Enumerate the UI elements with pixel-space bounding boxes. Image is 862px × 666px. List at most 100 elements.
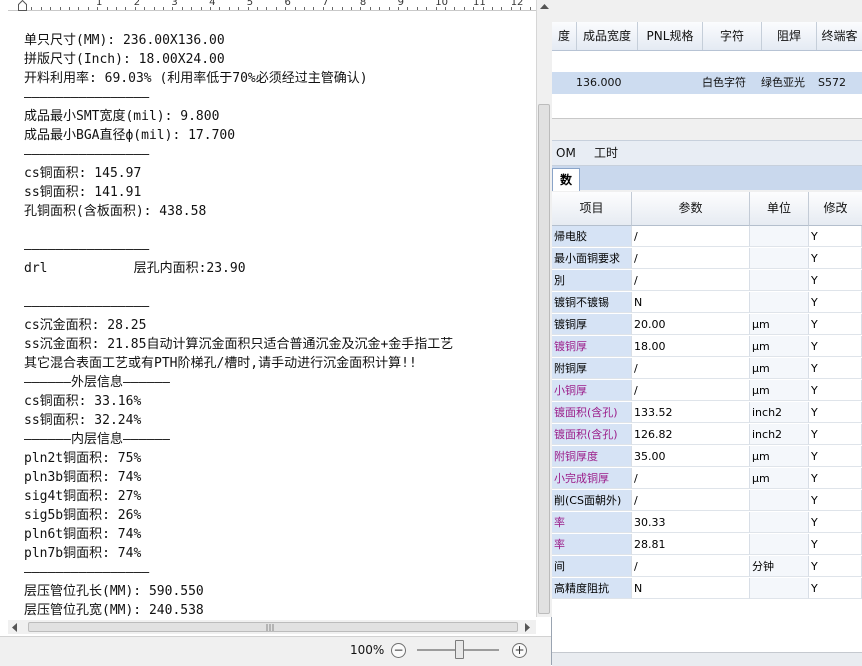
vertical-scrollbar[interactable] <box>536 0 552 617</box>
horizontal-scrollbar[interactable] <box>552 652 862 666</box>
indent-marker-icon[interactable] <box>18 0 27 11</box>
cell-modify[interactable]: Y <box>809 270 862 291</box>
column-header[interactable]: 成品宽度 <box>577 22 638 50</box>
zoom-slider-thumb[interactable] <box>455 640 464 659</box>
tab-bom[interactable]: OM <box>556 141 576 165</box>
table-row[interactable]: 小铜厚 / μm Y <box>552 380 862 402</box>
cell-item[interactable]: 小铜厚 <box>552 380 632 401</box>
column-header[interactable]: PNL规格 <box>638 22 703 50</box>
cell-modify[interactable]: Y <box>809 336 862 357</box>
cell-modify[interactable]: Y <box>809 556 862 577</box>
tab-worktime[interactable]: 工时 <box>594 141 618 165</box>
zoom-out-button[interactable]: − <box>391 643 406 658</box>
cell-param[interactable]: N <box>632 292 750 313</box>
cell-unit[interactable] <box>750 292 809 313</box>
cell-item[interactable]: 高精度阻抗 <box>552 578 632 599</box>
table-row[interactable]: 136.000 白色字符 绿色亚光 S572 <box>552 72 862 94</box>
table-row[interactable]: 镀铜厚 20.00 μm Y <box>552 314 862 336</box>
cell-item[interactable]: 附铜厚度 <box>552 446 632 467</box>
table-row[interactable]: 率 28.81 Y <box>552 534 862 556</box>
cell-item[interactable]: 別 <box>552 270 632 291</box>
grid-cell[interactable]: 白色字符 <box>702 72 758 94</box>
table-row[interactable]: 间 / 分钟 Y <box>552 556 862 578</box>
cell-item[interactable]: 最小面铜要求 <box>552 248 632 269</box>
scroll-up-arrow-icon[interactable] <box>540 4 549 10</box>
cell-param[interactable]: / <box>632 556 750 577</box>
table-row[interactable]: 附铜厚度 35.00 μm Y <box>552 446 862 468</box>
cell-param[interactable]: 30.33 <box>632 512 750 533</box>
cell-item[interactable]: 间 <box>552 556 632 577</box>
cell-modify[interactable]: Y <box>809 380 862 401</box>
cell-param[interactable]: 35.00 <box>632 446 750 467</box>
cell-unit[interactable] <box>750 534 809 555</box>
cell-param[interactable]: / <box>632 380 750 401</box>
cell-unit[interactable]: μm <box>750 314 809 335</box>
cell-modify[interactable]: Y <box>809 358 862 379</box>
cell-unit[interactable]: μm <box>750 336 809 357</box>
table-row[interactable]: 最小面铜要求 / Y <box>552 248 862 270</box>
cell-modify[interactable]: Y <box>809 534 862 555</box>
column-header[interactable]: 阻焊 <box>762 22 817 50</box>
vertical-scroll-thumb[interactable] <box>538 104 550 614</box>
column-header[interactable]: 终端客 <box>817 22 862 50</box>
cell-param[interactable]: 133.52 <box>632 402 750 423</box>
cell-unit[interactable] <box>750 270 809 291</box>
table-row[interactable]: 率 30.33 Y <box>552 512 862 534</box>
cell-modify[interactable]: Y <box>809 292 862 313</box>
table-row[interactable]: 別 / Y <box>552 270 862 292</box>
cell-unit[interactable]: inch2 <box>750 424 809 445</box>
cell-param[interactable]: / <box>632 226 750 247</box>
cell-item[interactable]: 镀铜厚 <box>552 314 632 335</box>
document-text[interactable]: 单只尺寸(MM): 236.00X136.00 拼版尺寸(Inch): 18.00… <box>24 31 453 620</box>
cell-unit[interactable] <box>750 248 809 269</box>
grid-cell[interactable]: S572 <box>818 72 858 94</box>
scroll-left-arrow-icon[interactable] <box>12 623 18 632</box>
cell-unit[interactable]: μm <box>750 380 809 401</box>
column-header-unit[interactable]: 单位 <box>750 192 809 226</box>
cell-item[interactable]: 率 <box>552 534 632 555</box>
table-row[interactable]: 削(CS面朝外) / Y <box>552 490 862 512</box>
cell-item[interactable]: 小完成铜厚 <box>552 468 632 489</box>
tab-parameters[interactable]: 数 <box>552 168 580 191</box>
cell-unit[interactable] <box>750 578 809 599</box>
cell-unit[interactable]: μm <box>750 446 809 467</box>
cell-item[interactable]: 镀铜不镀锡 <box>552 292 632 313</box>
column-header[interactable]: 字符 <box>703 22 762 50</box>
cell-param[interactable]: / <box>632 468 750 489</box>
zoom-in-button[interactable]: + <box>512 643 527 658</box>
horizontal-scrollbar[interactable] <box>8 620 536 634</box>
table-row[interactable]: 附铜厚 / μm Y <box>552 358 862 380</box>
cell-unit[interactable] <box>750 490 809 511</box>
table-row[interactable]: 帰电胶 / Y <box>552 226 862 248</box>
column-header[interactable]: 度 <box>552 22 577 50</box>
column-header-modify[interactable]: 修改 <box>809 192 862 226</box>
table-row[interactable]: 小完成铜厚 / μm Y <box>552 468 862 490</box>
cell-item[interactable]: 率 <box>552 512 632 533</box>
cell-param[interactable]: 20.00 <box>632 314 750 335</box>
horizontal-scroll-thumb[interactable] <box>28 622 518 632</box>
cell-unit[interactable]: inch2 <box>750 402 809 423</box>
table-row[interactable]: 高精度阻抗 N Y <box>552 578 862 600</box>
cell-modify[interactable]: Y <box>809 468 862 489</box>
cell-modify[interactable]: Y <box>809 512 862 533</box>
cell-item[interactable]: 削(CS面朝外) <box>552 490 632 511</box>
cell-modify[interactable]: Y <box>809 402 862 423</box>
cell-param[interactable]: 18.00 <box>632 336 750 357</box>
cell-param[interactable]: / <box>632 358 750 379</box>
cell-unit[interactable]: μm <box>750 358 809 379</box>
column-header-item[interactable]: 项目 <box>552 192 632 226</box>
table-row[interactable]: 镀面积(含孔) 133.52 inch2 Y <box>552 402 862 424</box>
cell-param[interactable]: / <box>632 490 750 511</box>
scroll-right-arrow-icon[interactable] <box>525 623 531 632</box>
cell-modify[interactable]: Y <box>809 424 862 445</box>
cell-item[interactable]: 帰电胶 <box>552 226 632 247</box>
cell-modify[interactable]: Y <box>809 578 862 599</box>
cell-item[interactable]: 镀面积(含孔) <box>552 402 632 423</box>
cell-modify[interactable]: Y <box>809 446 862 467</box>
table-row[interactable]: 镀铜厚 18.00 μm Y <box>552 336 862 358</box>
cell-modify[interactable]: Y <box>809 490 862 511</box>
grid-cell[interactable]: 绿色亚光 <box>761 72 819 94</box>
cell-unit[interactable] <box>750 512 809 533</box>
table-row[interactable]: 镀面积(含孔) 126.82 inch2 Y <box>552 424 862 446</box>
cell-param[interactable]: N <box>632 578 750 599</box>
